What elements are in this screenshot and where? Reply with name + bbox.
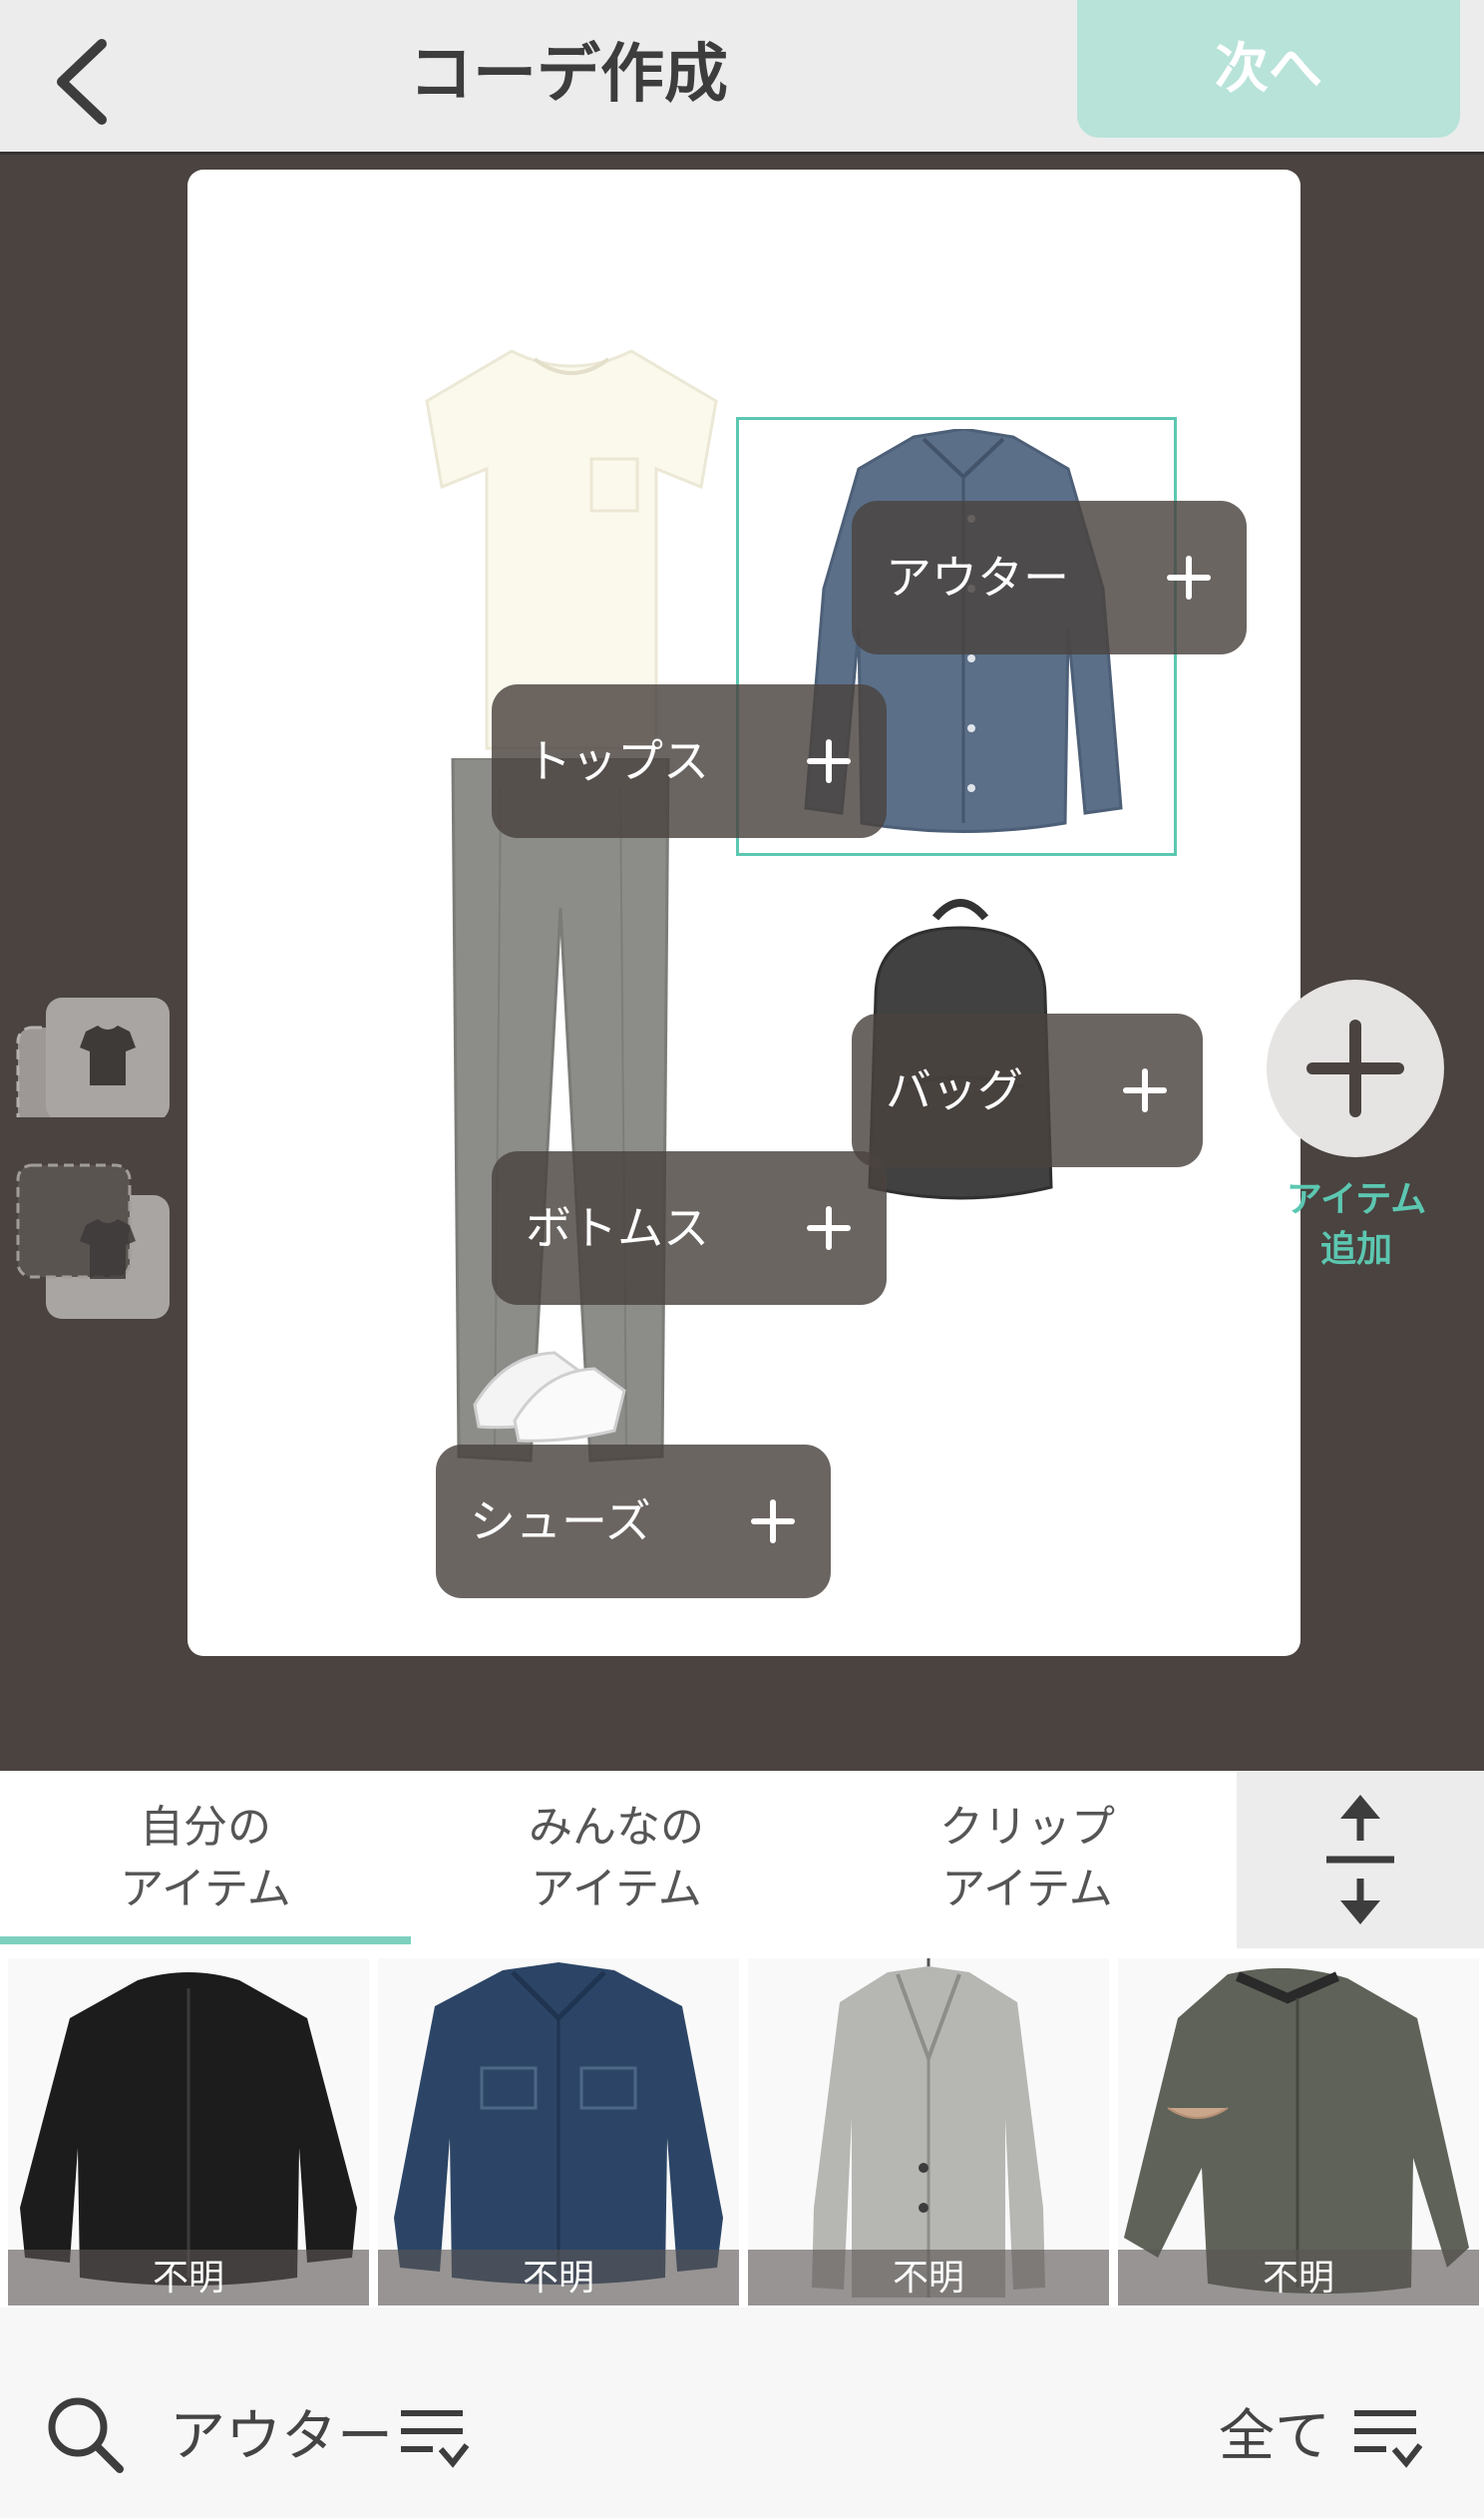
slot-bag[interactable]: バッグ xyxy=(852,1014,1203,1167)
slot-tops[interactable]: トップス xyxy=(492,684,887,838)
plus-icon xyxy=(807,1206,851,1250)
category-filter[interactable]: アウター xyxy=(170,2397,393,2477)
add-item-button[interactable] xyxy=(1267,980,1444,1157)
slot-tops-label: トップス xyxy=(526,734,709,788)
plus-icon xyxy=(807,739,851,783)
item-brand: 不明 xyxy=(1118,2250,1479,2306)
add-item-label[interactable]: アイテム 追加 xyxy=(1252,1175,1461,1275)
tab-clip-items[interactable]: クリップ アイテム xyxy=(822,1771,1233,1948)
chevron-left-icon xyxy=(57,39,107,125)
tab-everyone-items[interactable]: みんなの アイテム xyxy=(411,1771,822,1948)
back-button[interactable] xyxy=(40,22,140,132)
plus-icon xyxy=(1123,1068,1167,1112)
bring-forward-button[interactable] xyxy=(14,998,170,1137)
sort-filter-icon[interactable] xyxy=(399,2405,471,2469)
slot-outer-label: アウター xyxy=(886,551,1069,605)
plus-icon xyxy=(751,1499,795,1543)
item-card[interactable]: 不明 xyxy=(748,1958,1109,2306)
slot-shoes-label: シューズ xyxy=(470,1494,651,1548)
slot-shoes[interactable]: シューズ xyxy=(436,1445,831,1598)
item-source-tabs: 自分の アイテム みんなの アイテム クリップ アイテム xyxy=(0,1771,1484,1948)
app-header: コーデ作成 次へ xyxy=(0,0,1484,155)
slot-bag-label: バッグ xyxy=(886,1063,1023,1117)
item-card[interactable]: 不明 xyxy=(1118,1958,1479,2306)
next-button[interactable]: 次へ xyxy=(1077,0,1460,138)
slot-outer[interactable]: アウター xyxy=(852,501,1247,654)
active-tab-indicator xyxy=(0,1936,411,1944)
layer-forward-icon xyxy=(16,998,170,1117)
scope-filter[interactable]: 全て xyxy=(1219,2397,1330,2477)
tab-my-items[interactable]: 自分の アイテム xyxy=(0,1771,411,1948)
coordinate-canvas[interactable]: アウター トップス バッグ ボトムス シューズ xyxy=(187,170,1300,1656)
expand-panel-button[interactable] xyxy=(1237,1771,1484,1948)
page-title: コーデ作成 xyxy=(409,38,728,112)
sort-filter-icon[interactable] xyxy=(1352,2405,1424,2469)
plus-icon xyxy=(1306,1020,1404,1117)
expand-collapse-icon xyxy=(1326,1795,1394,1924)
plus-icon xyxy=(1167,556,1211,600)
search-icon[interactable] xyxy=(44,2393,126,2475)
item-brand: 不明 xyxy=(748,2250,1109,2306)
filter-bar: アウター 全て xyxy=(0,2308,1484,2518)
slot-bottoms-label: ボトムス xyxy=(526,1201,709,1255)
sneakers-item[interactable] xyxy=(465,1335,634,1445)
slot-bottoms[interactable]: ボトムス xyxy=(492,1151,887,1305)
item-card[interactable]: 不明 xyxy=(8,1958,369,2306)
send-backward-button[interactable] xyxy=(14,1161,170,1319)
layer-backward-icon xyxy=(16,1163,170,1319)
item-brand: 不明 xyxy=(8,2250,369,2306)
item-grid: 不明 不明 不明 不明 xyxy=(0,1948,1484,2308)
item-card[interactable]: 不明 xyxy=(378,1958,739,2306)
item-brand: 不明 xyxy=(378,2250,739,2306)
